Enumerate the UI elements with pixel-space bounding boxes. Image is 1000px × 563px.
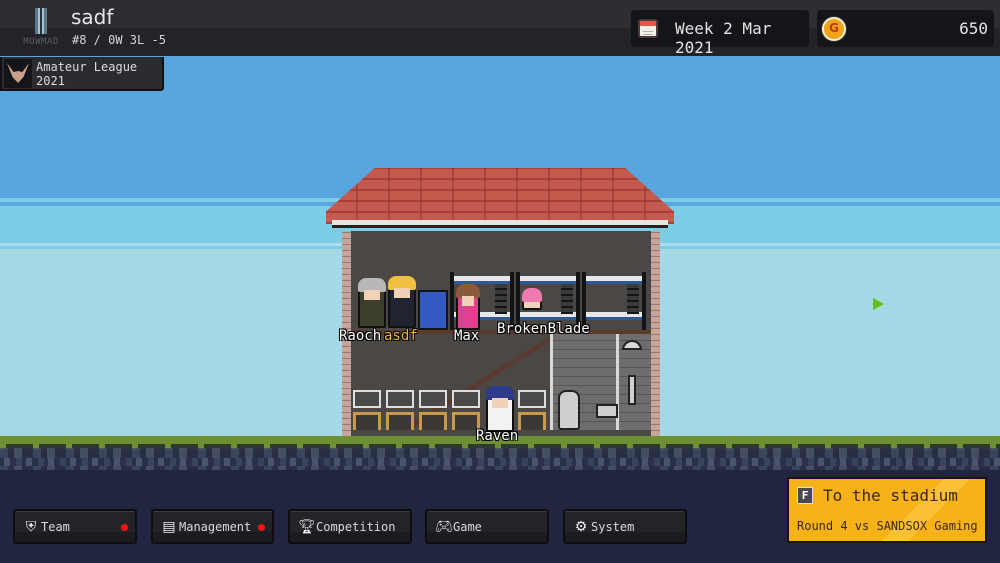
- trophy-icon: 🏆︎: [298, 519, 316, 535]
- notification-dot: [258, 524, 265, 531]
- competition-button[interactable]: 🏆︎ Competition: [288, 509, 412, 544]
- shield-icon: ⛨: [25, 519, 37, 535]
- character-name-raven[interactable]: Raven: [476, 428, 518, 444]
- gamepad-icon: 🎮︎: [435, 519, 453, 535]
- character-name-asdf[interactable]: asdf: [384, 328, 418, 344]
- shower-tap-icon: [628, 375, 636, 405]
- management-button[interactable]: ▤ Management: [151, 509, 274, 544]
- league-badge[interactable]: Amateur League 2021: [0, 57, 164, 91]
- character-name-brokenblade[interactable]: BrokenBlade: [497, 321, 590, 337]
- league-season: 2021: [36, 74, 65, 88]
- character-name-max[interactable]: Max: [454, 328, 479, 344]
- team-logo[interactable]: MOWMAD: [18, 6, 64, 50]
- hotkey-f-icon: F: [797, 487, 813, 504]
- top-bar: MOWMAD sadf #8 / 0W 3L -5 Week 2 Mar 202…: [0, 0, 1000, 57]
- league-name: Amateur League: [36, 60, 138, 74]
- team-record: #8 / 0W 3L -5: [72, 33, 166, 47]
- locker[interactable]: [418, 290, 448, 330]
- system-button[interactable]: ⚙ System: [563, 509, 687, 544]
- gear-icon: ⚙: [574, 519, 588, 535]
- team-logo-icon: [35, 8, 47, 34]
- document-icon: ▤: [162, 519, 176, 535]
- character-asdf[interactable]: [388, 276, 416, 328]
- league-emblem-icon: [4, 59, 32, 88]
- current-date: Week 2 Mar 2021: [675, 19, 772, 57]
- team-name: sadf: [71, 5, 114, 29]
- notification-dot: [121, 524, 128, 531]
- character-raoch[interactable]: [358, 278, 386, 328]
- pc-desk[interactable]: [452, 390, 480, 430]
- character-brokenblade[interactable]: [522, 288, 542, 310]
- character-name-raoch[interactable]: Raoch: [339, 328, 381, 344]
- pc-desk[interactable]: [353, 390, 381, 430]
- gold-amount: 650: [959, 19, 988, 38]
- team-button[interactable]: ⛨ Team: [13, 509, 137, 544]
- date-display[interactable]: Week 2 Mar 2021: [631, 10, 809, 57]
- calendar-icon: [638, 19, 658, 38]
- pc-desk[interactable]: [518, 390, 546, 430]
- team-house[interactable]: [326, 168, 674, 438]
- pc-desk[interactable]: [419, 390, 447, 430]
- pc-desk[interactable]: [386, 390, 414, 430]
- to-stadium-button[interactable]: F To the stadium Round 4 vs SANDSOX Gami…: [787, 477, 987, 543]
- stadium-title: To the stadium: [823, 486, 958, 505]
- character-raven[interactable]: [486, 386, 514, 432]
- gaming-desks[interactable]: [353, 390, 551, 430]
- gold-display: G 650: [817, 10, 994, 47]
- next-match: Round 4 vs SANDSOX Gaming: [797, 519, 978, 533]
- gold-coin-icon: G: [822, 17, 846, 41]
- game-button[interactable]: 🎮︎ Game: [425, 509, 549, 544]
- character-max[interactable]: [456, 284, 480, 330]
- mouse-cursor-icon: [873, 298, 884, 310]
- toilet-icon[interactable]: [558, 390, 580, 430]
- sink-icon: [596, 404, 618, 418]
